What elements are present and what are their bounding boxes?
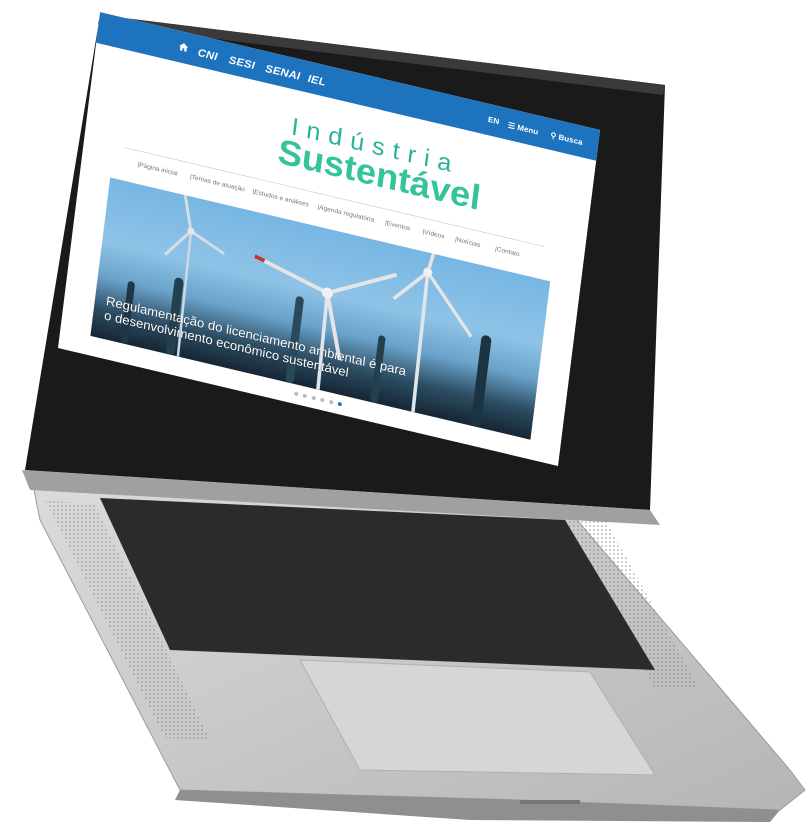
carousel-dot[interactable] bbox=[302, 393, 308, 399]
carousel-dot-active[interactable] bbox=[337, 401, 343, 407]
nav-item-temas[interactable]: | Temas de atuação bbox=[190, 173, 246, 193]
nav-item-noticias[interactable]: | Notícias bbox=[455, 235, 481, 248]
home-icon[interactable] bbox=[177, 40, 189, 53]
language-switch[interactable]: EN bbox=[487, 116, 500, 127]
nav-item-eventos[interactable]: | Eventos bbox=[385, 219, 411, 232]
nav-item-agenda[interactable]: | Agenda regulatória bbox=[317, 203, 375, 224]
nav-item-contato[interactable]: | Contato bbox=[495, 245, 520, 258]
carousel-dot[interactable] bbox=[294, 391, 299, 397]
brand-link-iel[interactable]: IEL bbox=[307, 72, 326, 89]
nav-item-estudos[interactable]: | Estudos e análises bbox=[252, 187, 309, 207]
carousel-dot[interactable] bbox=[328, 399, 334, 405]
menu-button[interactable]: ☰ Menu bbox=[507, 120, 538, 137]
carousel-dot[interactable] bbox=[320, 397, 325, 403]
carousel-dot[interactable] bbox=[311, 395, 316, 401]
search-label: Busca bbox=[558, 133, 584, 148]
brand-link-senai[interactable]: SENAI bbox=[265, 62, 301, 83]
brand-link-sesi[interactable]: SESI bbox=[228, 53, 256, 72]
search-icon: ⚲ bbox=[549, 131, 557, 141]
brand-link-cni[interactable]: CNI bbox=[197, 46, 218, 63]
nav-item-pagina-inicial[interactable]: | Página inicial bbox=[137, 160, 178, 177]
menu-label: Menu bbox=[516, 123, 539, 137]
hamburger-icon: ☰ bbox=[507, 121, 516, 132]
nav-item-videos[interactable]: | Vídeos bbox=[422, 228, 445, 240]
search-button[interactable]: ⚲ Busca bbox=[550, 130, 583, 147]
